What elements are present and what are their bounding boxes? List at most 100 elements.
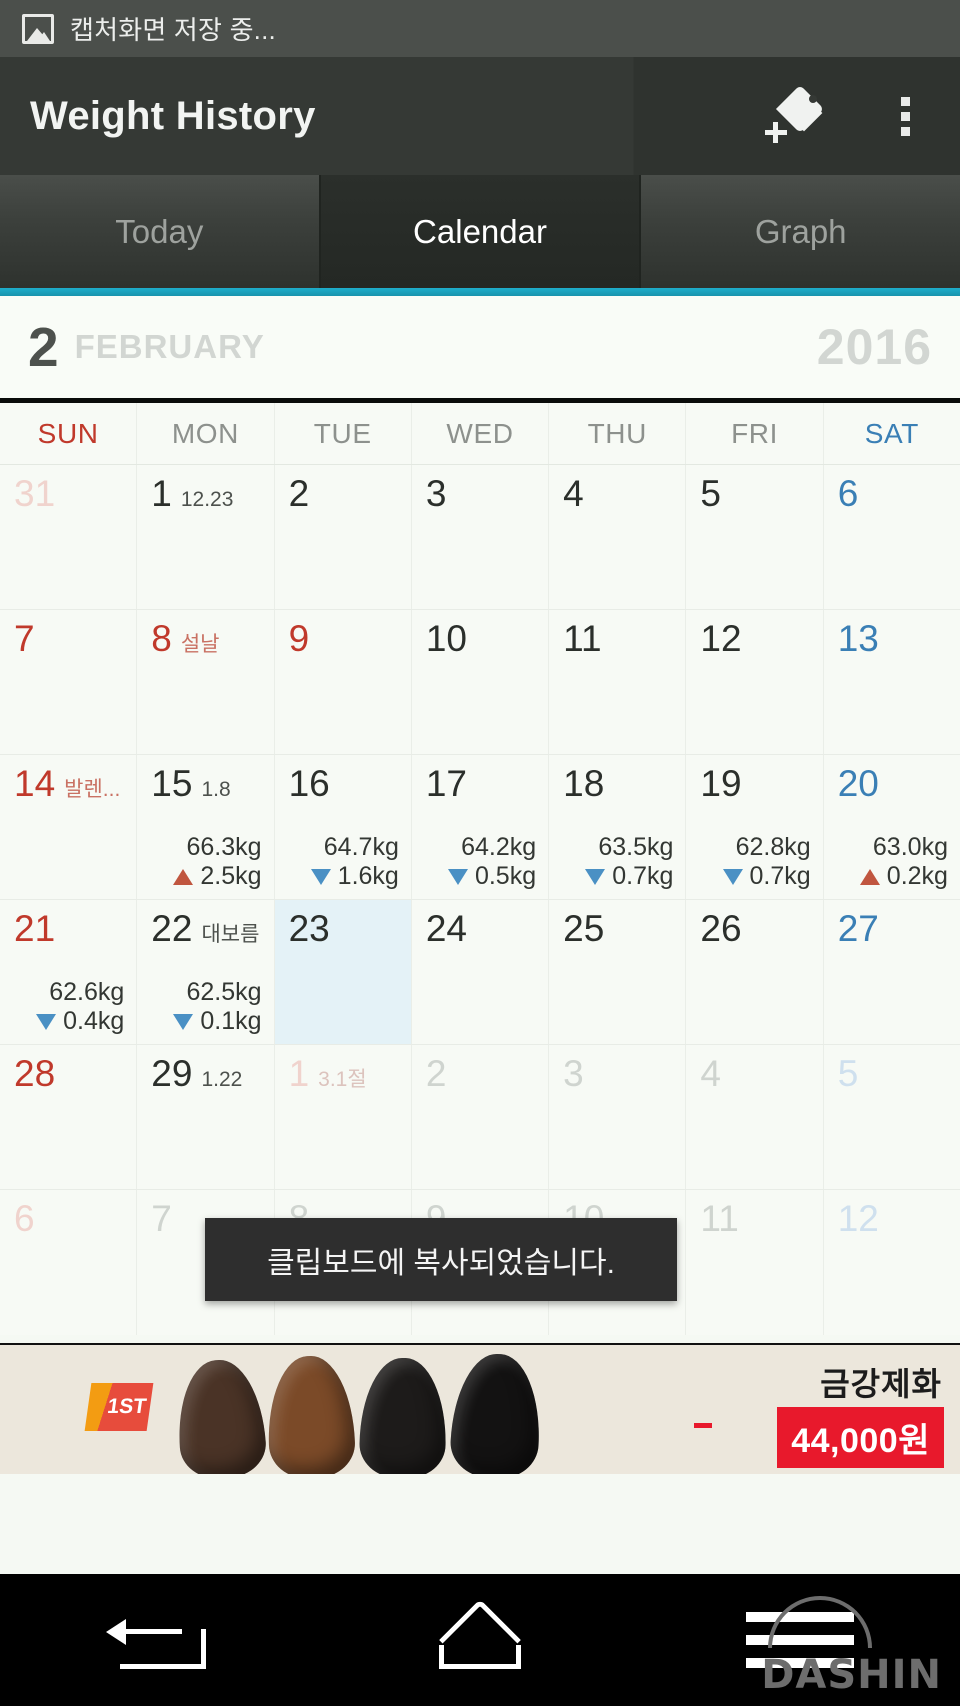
status-bar-text: 캡처화면 저장 중... [70, 15, 276, 45]
add-tag-button[interactable] [740, 57, 850, 175]
day-header: 20 [838, 765, 948, 802]
month-header[interactable]: 2 FEBRUARY 2016 [0, 296, 960, 403]
day-number: 5 [700, 473, 721, 514]
calendar-day-cell[interactable]: 12 [824, 1190, 960, 1335]
nav-back-button[interactable] [0, 1611, 320, 1669]
day-header: 10 [426, 620, 536, 657]
calendar-day-cell[interactable]: 15 1.8 66.3kg 2.5kg [137, 755, 275, 899]
calendar-day-cell[interactable]: 10 [412, 610, 550, 754]
day-header: 15 1.8 [151, 765, 261, 802]
weekday-sat: SAT [864, 417, 919, 449]
calendar-day-cell[interactable]: 1 12.23 [137, 465, 275, 609]
day-number: 8 [151, 618, 172, 659]
day-header: 3 [563, 1055, 673, 1092]
day-number: 11 [563, 618, 602, 659]
day-number: 5 [837, 1053, 859, 1094]
calendar-day-cell[interactable]: 29 1.22 [137, 1045, 275, 1189]
day-number: 25 [563, 908, 605, 949]
weight-delta: 2.5kg [173, 862, 262, 891]
day-number: 1 [288, 1053, 310, 1094]
calendar-day-cell[interactable]: 23 [274, 900, 412, 1044]
calendar-day-cell[interactable]: 20 63.0kg 0.2kg [824, 755, 960, 899]
weekday-mon: MON [137, 403, 275, 464]
weight-entry: 62.6kg 0.4kg [36, 978, 124, 1036]
calendar-day-cell[interactable]: 24 [412, 900, 550, 1044]
calendar-day-cell[interactable]: 3 [412, 465, 550, 609]
day-number: 7 [14, 618, 35, 659]
tab-calendar[interactable]: Calendar [320, 175, 642, 288]
day-number: 2 [425, 1053, 447, 1094]
calendar-day-cell[interactable]: 2 [412, 1045, 550, 1189]
day-header: 11 [700, 1200, 810, 1237]
month-number: 2 [28, 315, 59, 378]
calendar-day-cell[interactable]: 18 63.5kg 0.7kg [549, 755, 687, 899]
calendar-day-cell[interactable]: 22 대보름 62.5kg 0.1kg [137, 900, 275, 1044]
system-nav-bar: DASHIN [0, 1574, 960, 1706]
arrow-down-icon [585, 868, 606, 885]
calendar-day-cell[interactable]: 16 64.7kg 1.6kg [275, 755, 412, 899]
watermark-arc-icon [768, 1596, 872, 1648]
calendar-day-cell[interactable]: 28 [0, 1045, 138, 1189]
calendar-day-cell[interactable]: 27 [824, 900, 960, 1044]
weight-value: 66.3kg [186, 833, 262, 861]
day-header: 14 발렌... [14, 765, 124, 803]
weight-delta: 0.7kg [722, 862, 811, 891]
calendar-day-cell[interactable]: 13 [824, 610, 960, 754]
day-number: 2 [288, 473, 310, 514]
day-number: 14 [14, 763, 56, 804]
calendar-day-cell[interactable]: 17 64.2kg 0.5kg [412, 755, 550, 899]
calendar-day-cell[interactable]: 4 [549, 465, 687, 609]
calendar-day-cell[interactable]: 31 [0, 465, 138, 609]
watermark-label: DASHIN [761, 1652, 942, 1698]
day-header: 22 대보름 [151, 910, 261, 948]
calendar-day-cell[interactable]: 12 [686, 610, 824, 754]
day-header: 19 [700, 765, 810, 802]
calendar-day-cell[interactable]: 2 [275, 465, 412, 609]
overflow-menu-icon [900, 96, 910, 136]
calendar-day-cell[interactable]: 11 [549, 610, 687, 754]
calendar-day-cell[interactable]: 25 [549, 900, 687, 1044]
day-number: 3 [425, 473, 447, 514]
calendar-day-cell[interactable]: 19 62.8kg 0.7kg [686, 755, 824, 899]
day-header: 6 [14, 1200, 124, 1237]
weekday-tue: TUE [275, 403, 412, 464]
calendar-day-cell[interactable]: 6 [0, 1190, 138, 1335]
tab-graph[interactable]: Graph [641, 175, 960, 288]
day-number: 4 [563, 473, 584, 514]
weight-value: 62.8kg [735, 833, 811, 861]
calendar-day-cell[interactable]: 3 [549, 1045, 687, 1189]
calendar-day-cell[interactable]: 8 설날 [137, 610, 275, 754]
day-header: 1 3.1절 [289, 1055, 399, 1093]
day-number: 31 [14, 473, 56, 514]
arrow-up-icon [173, 868, 194, 885]
calendar-day-cell[interactable]: 5 [824, 1045, 960, 1189]
day-label: 발렌... [64, 778, 121, 801]
calendar-week-row: 7 8 설날 9 10 11 12 13 [0, 610, 960, 755]
calendar-day-cell[interactable]: 7 [0, 610, 138, 754]
day-header: 17 [426, 765, 536, 802]
ad-shoe-image [265, 1354, 357, 1474]
calendar-day-cell[interactable]: 6 [824, 465, 960, 609]
day-number: 13 [837, 618, 879, 659]
day-header: 27 [838, 910, 948, 947]
tab-bar: Today Calendar Graph [0, 175, 960, 288]
tab-today[interactable]: Today [0, 175, 321, 288]
ad-banner[interactable]: 1ST 금강제화 44,000원 [0, 1343, 960, 1474]
nav-home-button[interactable] [320, 1598, 640, 1682]
calendar-day-cell[interactable]: 26 [686, 900, 824, 1044]
overflow-menu-button[interactable] [850, 57, 960, 175]
calendar-day-cell[interactable]: 9 [275, 610, 412, 754]
calendar-day-cell[interactable]: 21 62.6kg 0.4kg [0, 900, 138, 1044]
calendar-day-cell[interactable]: 14 발렌... [0, 755, 138, 899]
day-header: 25 [563, 910, 673, 947]
calendar-day-cell[interactable]: 11 [686, 1190, 824, 1335]
day-number: 16 [288, 763, 330, 804]
day-header: 2 [426, 1055, 536, 1092]
calendar-day-cell[interactable]: 5 [686, 465, 824, 609]
day-number: 3 [563, 1053, 584, 1094]
day-header: 26 [700, 910, 810, 947]
calendar-day-cell[interactable]: 1 3.1절 [275, 1045, 412, 1189]
home-icon [434, 1598, 526, 1682]
weekday-fri: FRI [686, 403, 824, 464]
calendar-day-cell[interactable]: 4 [686, 1045, 824, 1189]
